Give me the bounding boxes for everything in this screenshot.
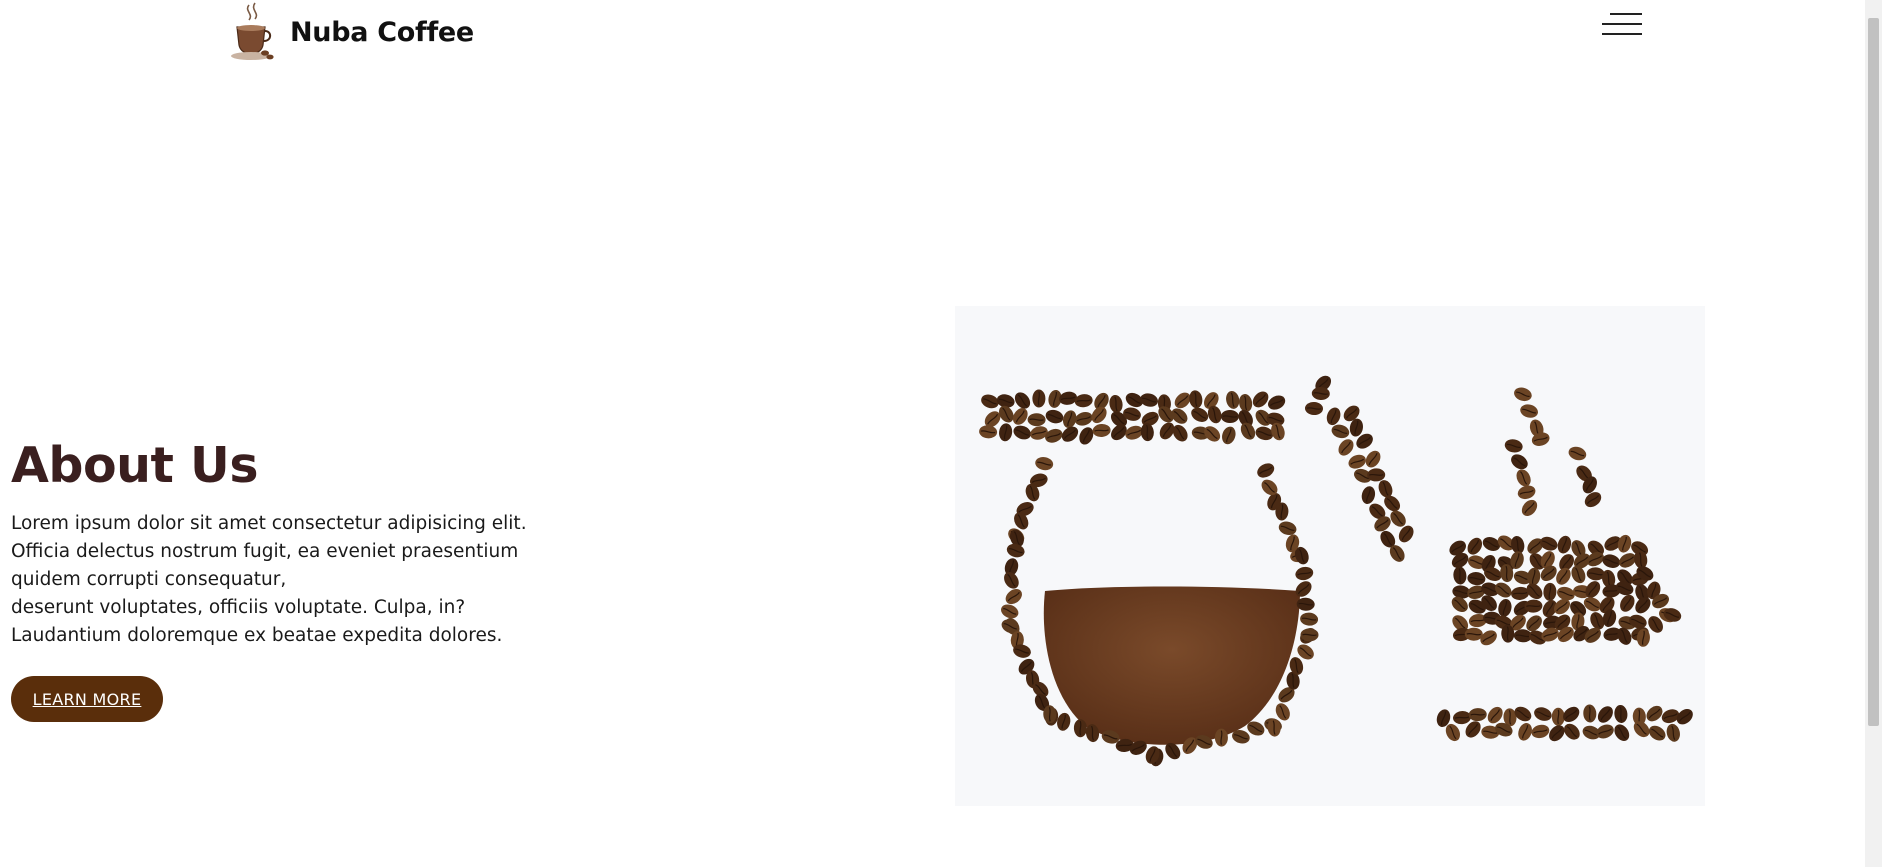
about-paragraph: Lorem ipsum dolor sit amet consectetur a… [11,510,631,650]
coffee-bean [1222,426,1236,445]
site-header: Nuba Coffee [0,0,1865,70]
paragraph-line: Officia delectus nostrum fugit, ea eveni… [11,541,519,562]
coffee-bean [1268,395,1286,410]
coffee-bean [1059,391,1078,405]
hamburger-menu-icon[interactable] [1600,12,1642,38]
coffee-bean [1006,543,1025,558]
vertical-scrollbar[interactable] [1865,0,1882,867]
coffee-bean [1013,425,1031,440]
coffee-bean [1305,401,1323,416]
coffee-bean [999,423,1013,442]
coffee-bean [1518,723,1532,741]
coffee-bean [1521,499,1538,516]
coffee-bean [1239,394,1253,412]
brand[interactable]: Nuba Coffee [218,0,474,64]
paragraph-line: Laudantium doloremque ex beatae expedita… [11,625,503,646]
menu-line [1602,23,1642,25]
coffee-bean [1614,705,1628,723]
coffee-bean [1646,705,1663,722]
coffee-bean [1568,446,1587,461]
coffee-bean [1583,704,1597,723]
coffee-bean [1527,567,1541,586]
coffee-bean [1557,535,1572,554]
coffee-bean [1092,423,1111,438]
coffee-bean [1648,725,1666,741]
coffee-bean [1045,409,1064,424]
coffee-bean [1453,566,1467,585]
coffee-bean [1514,387,1532,402]
menu-line [1610,13,1642,15]
coffee-bean [1338,439,1354,456]
coffee-bean [1531,724,1550,739]
coffee-bean [1001,604,1019,619]
coffee-bean [1140,423,1154,442]
coffee-bean [1075,411,1093,426]
coffee-bean [1300,612,1319,626]
coffee-bean [1511,454,1528,470]
coffee-beans-image [955,306,1705,806]
coffee-bean [1504,439,1523,453]
coffee-bean [1571,565,1586,584]
coffee-bean [1278,521,1297,536]
coffee-bean [1540,536,1558,551]
coffee-bean [1467,572,1486,586]
coffee-bean [1004,571,1019,589]
paragraph-line: Lorem ipsum dolor sit amet consectetur a… [11,513,527,534]
coffee-bean [1035,457,1054,471]
about-title: About Us [11,437,258,494]
coffee-bean [1495,582,1512,598]
coffee-bean [979,425,998,439]
about-section: About Us Lorem ipsum dolor sit amet cons… [11,436,631,722]
coffee-bean [1534,707,1552,721]
paragraph-line: deserunt voluptates, officiis voluptate.… [11,597,466,618]
coffee-bean [1516,469,1531,487]
coffee-bean [1543,582,1557,601]
coffee-bean [1027,413,1046,427]
coffee-bean [1614,724,1630,741]
coffee-bean [1220,409,1239,424]
learn-more-button[interactable]: LEARN MORE [11,676,163,722]
coffee-bean [1348,454,1366,469]
coffee-cup-logo-icon [218,0,288,64]
coffee-bean [1602,554,1621,568]
coffee-bean [1079,427,1094,445]
coffee-bean [1300,628,1319,642]
brand-name: Nuba Coffee [290,16,474,48]
coffee-bean [1331,424,1350,439]
coffee-bean [1109,394,1123,413]
coffee-bean [1453,711,1471,725]
coffee-bean [1252,391,1269,408]
coffee-bean [1189,390,1203,409]
coffee-bean [1240,422,1256,440]
coffee-bean [1517,485,1536,500]
coffee-bean [1140,393,1158,407]
scrollbar-thumb[interactable] [1868,18,1879,726]
menu-line [1602,33,1642,35]
coffee-bean [1074,394,1093,408]
coffee-bean [1226,390,1240,409]
coffee-bean [1551,707,1565,726]
coffee-bean [1556,567,1571,585]
coffee-bean [1361,486,1376,504]
coffee-bean [1295,566,1314,581]
coffee-bean [1468,708,1487,722]
coffee-bean [1032,389,1046,408]
coffee-bean [1467,537,1483,555]
paragraph-line: quidem corrupti consequatur, [11,569,287,590]
coffee-beans-illustration [979,375,1693,767]
coffee-bean [1257,463,1275,478]
coffee-bean [1326,407,1341,426]
coffee-bean [1666,723,1680,742]
coffee-bean [1597,706,1613,723]
coffee-bean [1620,594,1635,612]
coffee-bean [1365,450,1381,468]
coffee-bean [1005,589,1022,605]
coffee-bean [1617,534,1632,553]
coffee-bean [1520,404,1538,418]
